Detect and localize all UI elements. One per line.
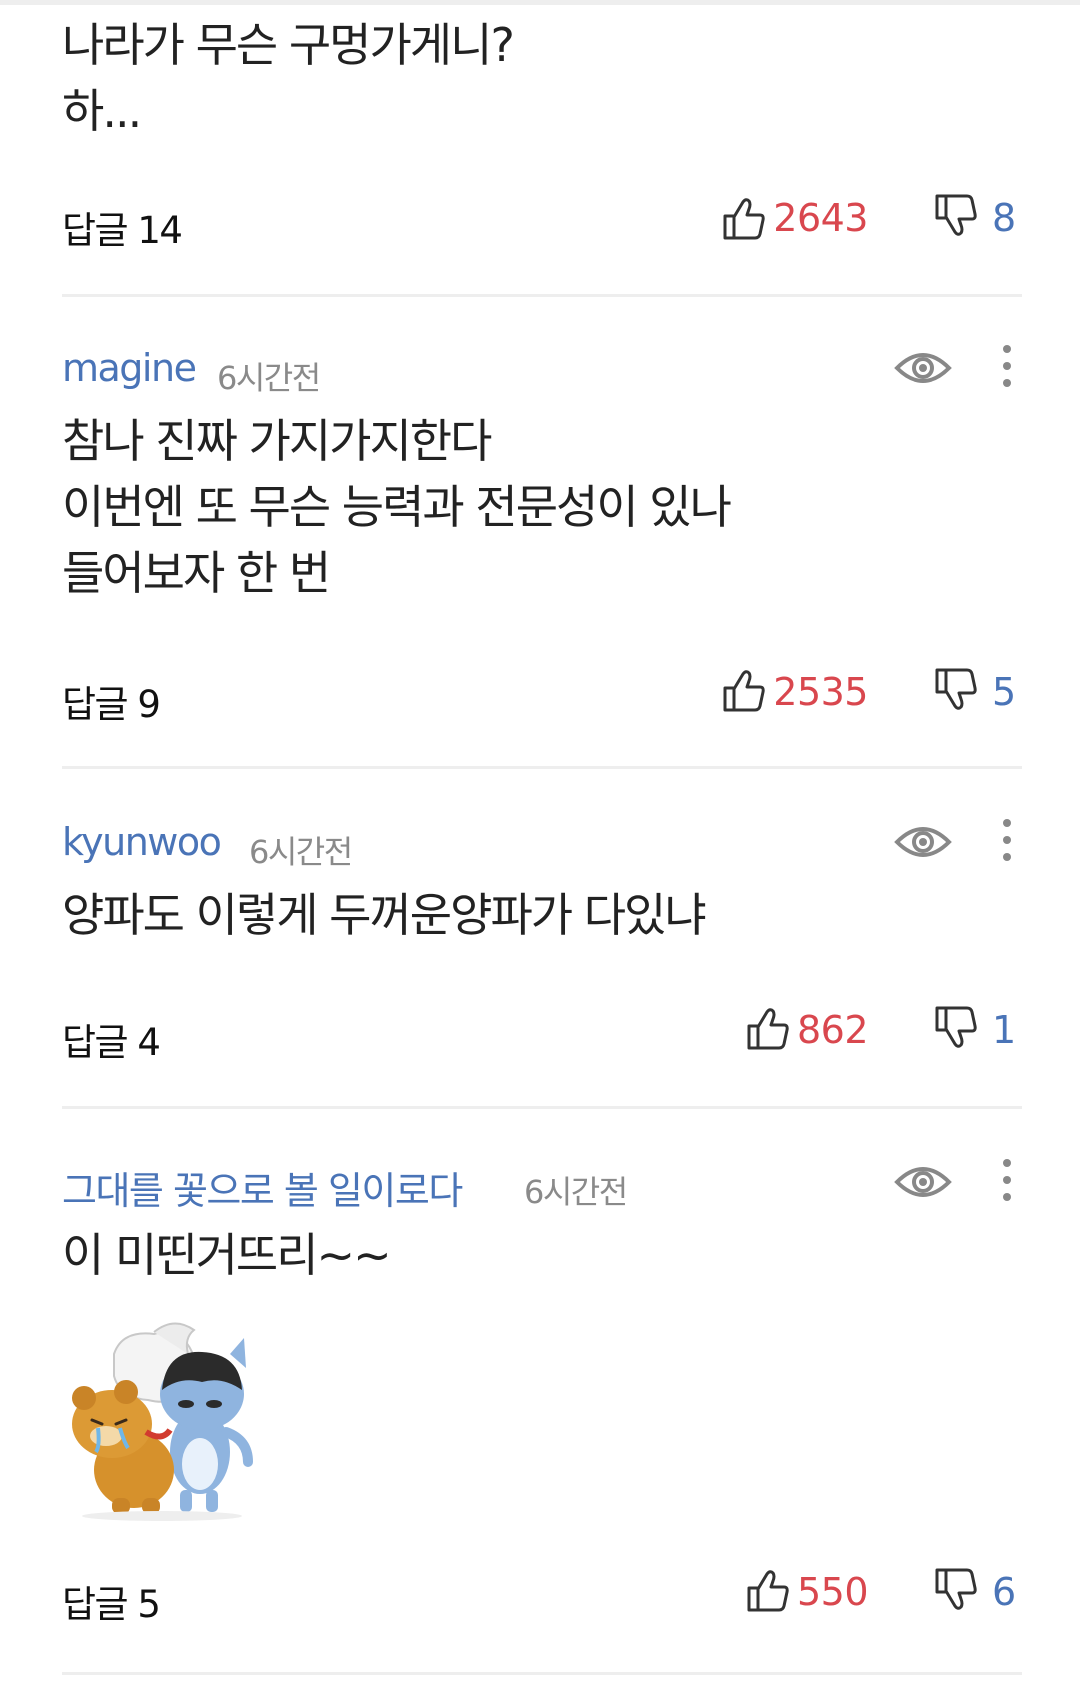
reply-button[interactable]: 답글 9 — [62, 674, 161, 728]
dislike-count: 6 — [992, 1570, 1017, 1614]
comment-header: kyunwoo 6시간전 — [62, 812, 1022, 872]
comment-body: 참나 진짜 가지가지한다 이번엔 또 무슨 능력과 전문성이 있나 들어보자 한… — [62, 408, 732, 606]
thumbs-up-icon[interactable] — [746, 1006, 790, 1052]
like-count: 862 — [796, 1008, 869, 1052]
thumbs-up-icon[interactable] — [722, 196, 766, 242]
comment-line: 들어보자 한 번 — [62, 546, 331, 600]
comment-header: magine 6시간전 — [62, 338, 1022, 398]
dislike-count: 5 — [992, 670, 1017, 714]
comment-time: 6시간전 — [249, 833, 353, 871]
comment-line: 이 미띤거뜨리~~ — [62, 1228, 392, 1282]
comment-author[interactable]: 그대를 꽃으로 볼 일이로다 — [62, 1160, 463, 1215]
comment-header: 그대를 꽃으로 볼 일이로다 6시간전 — [62, 1152, 1022, 1215]
dislike-count: 8 — [992, 196, 1017, 240]
eye-icon[interactable] — [894, 822, 952, 862]
like-count: 2643 — [773, 196, 868, 240]
reply-button[interactable]: 답글 5 — [62, 1574, 161, 1628]
comment-line: 나라가 무슨 구멍가게니? — [62, 18, 515, 72]
comment-author[interactable]: magine — [62, 346, 197, 390]
dislike-count: 1 — [992, 1008, 1017, 1052]
like-count: 2535 — [773, 670, 868, 714]
thumbs-down-icon[interactable] — [934, 1004, 978, 1050]
thumbs-down-icon[interactable] — [934, 1566, 978, 1612]
eye-icon[interactable] — [894, 348, 952, 388]
comment-divider — [62, 1672, 1022, 1675]
comment-line: 참나 진짜 가지가지한다 — [62, 414, 492, 468]
comment-time: 6시간전 — [217, 359, 321, 397]
comment-body: 양파도 이렇게 두꺼운양파가 다있냐 — [62, 882, 707, 948]
more-vertical-icon[interactable] — [1000, 1157, 1014, 1203]
eye-icon[interactable] — [894, 1162, 952, 1202]
comment-divider — [62, 294, 1022, 297]
more-vertical-icon[interactable] — [1000, 343, 1014, 389]
reply-button[interactable]: 답글 4 — [62, 1012, 161, 1066]
thumbs-up-icon[interactable] — [746, 1568, 790, 1614]
comment-line: 양파도 이렇게 두꺼운양파가 다있냐 — [62, 888, 707, 942]
thumbs-down-icon[interactable] — [934, 192, 978, 238]
comment-line: 이번엔 또 무슨 능력과 전문성이 있나 — [62, 480, 732, 534]
cat-character — [160, 1338, 253, 1512]
comment-author[interactable]: kyunwoo — [62, 820, 222, 864]
comment-divider — [62, 1106, 1022, 1109]
thumbs-down-icon[interactable] — [934, 666, 978, 712]
like-count: 550 — [796, 1570, 869, 1614]
reply-button[interactable]: 답글 14 — [62, 200, 183, 254]
comment-time: 6시간전 — [524, 1173, 628, 1211]
sticker-image — [72, 1322, 253, 1521]
comment-body: 나라가 무슨 구멍가게니? 하... — [62, 12, 515, 144]
top-divider — [0, 0, 1080, 5]
more-vertical-icon[interactable] — [1000, 817, 1014, 863]
comment-divider — [62, 766, 1022, 769]
thumbs-up-icon[interactable] — [722, 668, 766, 714]
comment-body: 이 미띤거뜨리~~ — [62, 1222, 392, 1288]
comment-line: 하... — [62, 84, 142, 138]
